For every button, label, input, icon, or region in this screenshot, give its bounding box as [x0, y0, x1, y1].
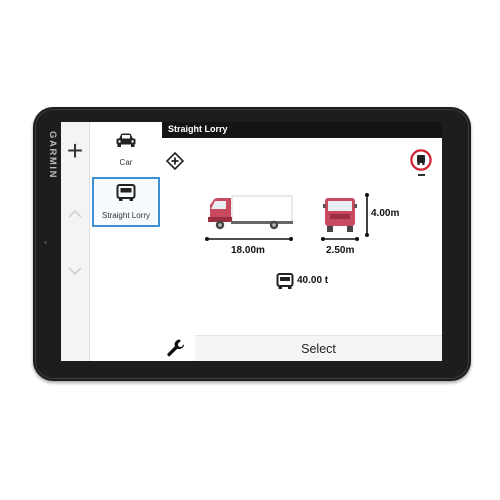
height-value: 4.00m — [371, 208, 400, 219]
no-lorry-sign-icon[interactable] — [410, 149, 432, 171]
height-dimension-line — [365, 193, 369, 237]
car-icon — [116, 133, 136, 147]
scroll-down-icon[interactable] — [67, 265, 83, 277]
page-title: Straight Lorry — [168, 124, 228, 134]
settings-button[interactable] — [162, 335, 192, 361]
action-bar: Select — [162, 335, 442, 361]
hazmat-diamond-icon[interactable] — [166, 152, 184, 170]
lorry-icon — [116, 184, 136, 201]
profile-car-label: Car — [119, 158, 133, 167]
lorry-side-view-icon — [208, 195, 293, 230]
title-bar: Straight Lorry — [162, 122, 442, 138]
add-profile-button[interactable]: + — [63, 137, 87, 165]
vehicle-details-panel: 18.00m 2.50m 4.00m 40.00 t Select — [162, 138, 442, 361]
length-value: 18.00m — [231, 245, 265, 256]
weight-lorry-icon — [276, 273, 294, 289]
screen: + Car Straight Lorry Straight Lorry 18.0… — [61, 122, 442, 361]
left-control-column: + — [61, 122, 90, 361]
profile-car[interactable]: Car — [92, 126, 160, 176]
lorry-front-view-icon — [323, 198, 357, 232]
scroll-up-icon[interactable] — [67, 208, 83, 220]
width-dimension-line — [321, 237, 359, 241]
profile-lorry-label: Straight Lorry — [101, 211, 151, 220]
brand-logo: GARMIN — [47, 130, 58, 180]
width-value: 2.50m — [326, 245, 355, 256]
length-dimension-line — [205, 237, 293, 241]
sign-dash — [418, 174, 425, 176]
wrench-icon — [167, 339, 185, 357]
vehicle-profile-list: Car Straight Lorry — [90, 122, 163, 361]
profile-straight-lorry[interactable]: Straight Lorry — [92, 177, 160, 227]
weight-value: 40.00 t — [297, 275, 329, 286]
select-button[interactable]: Select — [195, 335, 442, 361]
microphone-hole — [44, 241, 47, 244]
